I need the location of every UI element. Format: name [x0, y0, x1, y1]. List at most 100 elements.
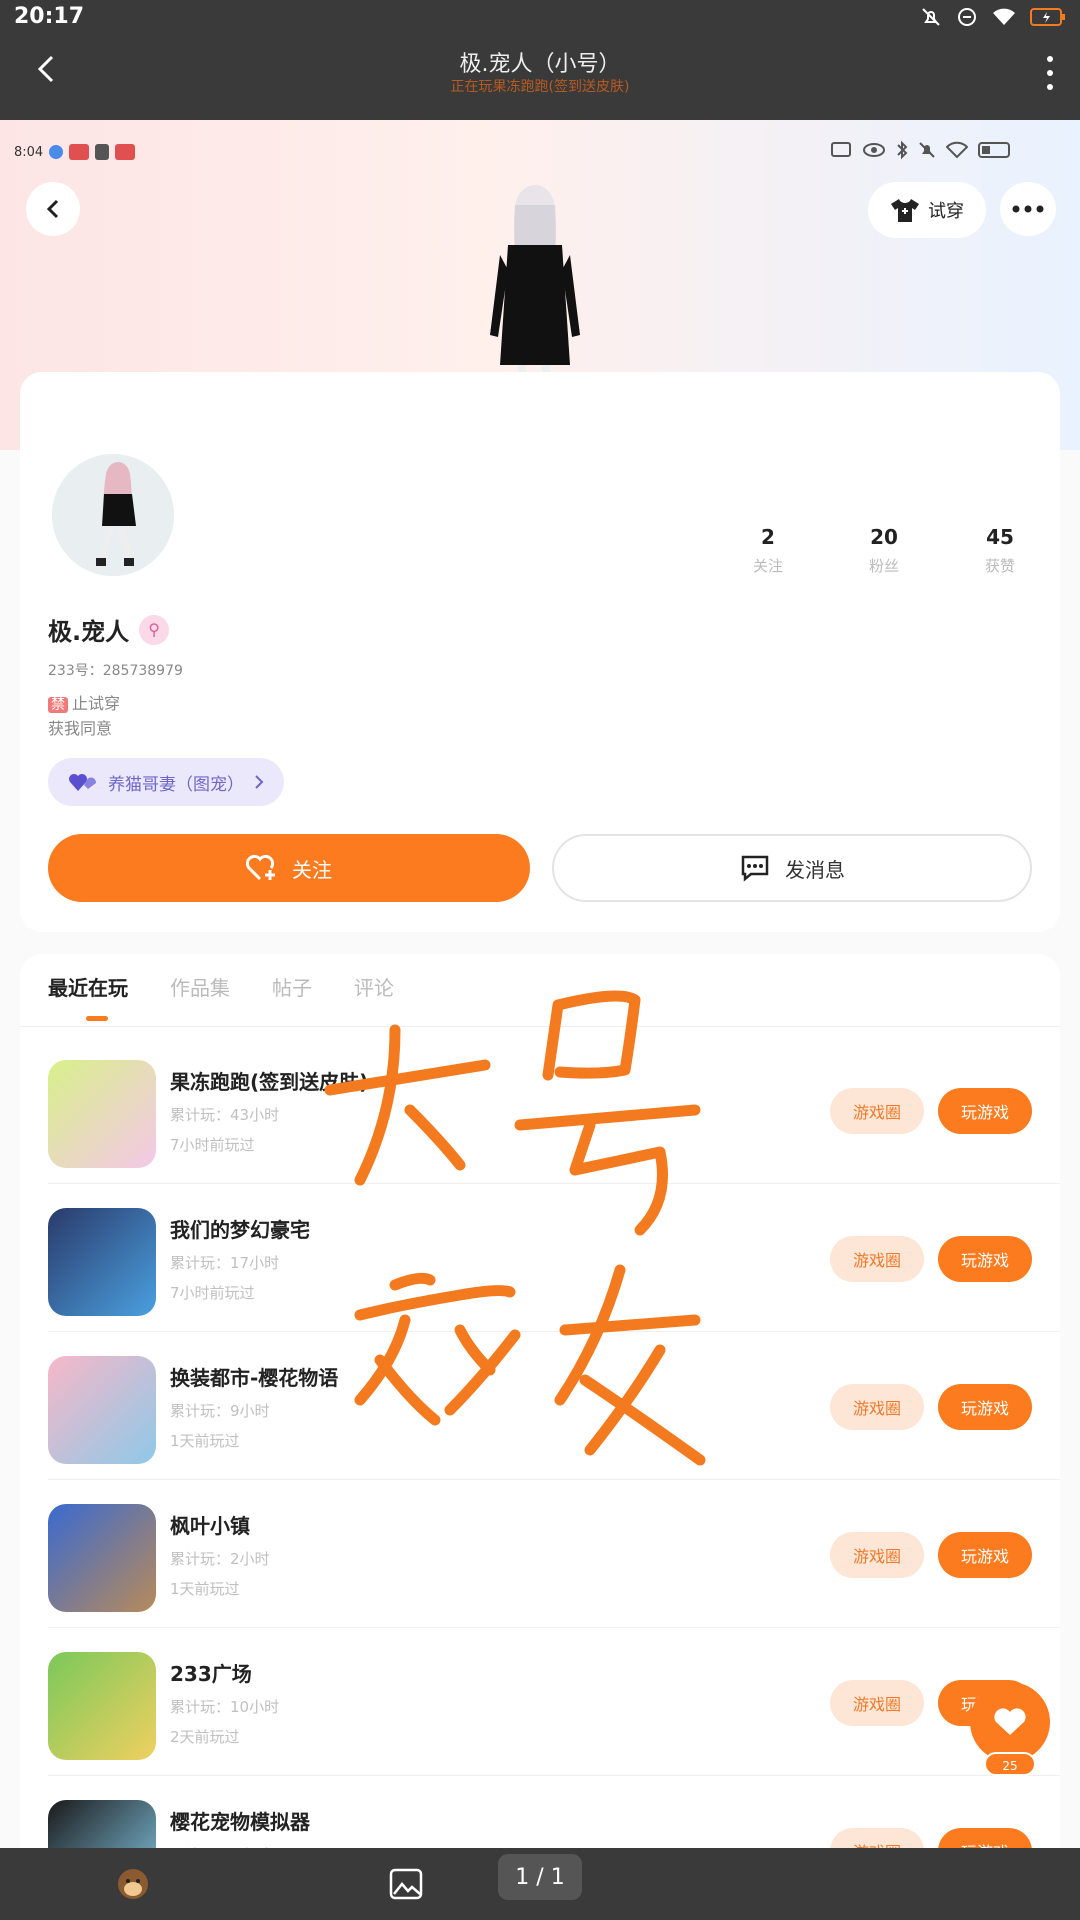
chevron-right-icon: [255, 775, 264, 789]
mute-icon: [919, 142, 935, 158]
stat-following[interactable]: 2 关注: [710, 525, 826, 576]
game-row[interactable]: 樱花宠物模拟器累计玩：2小时2天前玩过 游戏圈玩游戏: [20, 1776, 1060, 1848]
game-circle-button[interactable]: 游戏圈: [830, 1680, 924, 1726]
game-last-played: 7小时前玩过: [170, 1136, 255, 1154]
game-circle-button[interactable]: 游戏圈: [830, 1088, 924, 1134]
game-row[interactable]: 枫叶小镇累计玩：2小时 1天前玩过 游戏圈 玩游戏: [20, 1480, 1060, 1628]
app-notification-icon: [69, 144, 90, 160]
game-icon[interactable]: [48, 1208, 156, 1316]
game-meta: 累计玩：9小时 1天前玩过: [170, 1396, 270, 1456]
battery-icon: [978, 142, 1010, 158]
follow-button[interactable]: 关注: [48, 834, 530, 902]
game-icon[interactable]: [48, 1652, 156, 1760]
eye-icon: [863, 143, 885, 157]
game-playtime: 累计玩：43小时: [170, 1106, 280, 1124]
avatar-figure: [52, 454, 174, 576]
game-meta: 累计玩：10小时 2天前玩过: [170, 1692, 279, 1752]
game-icon[interactable]: [48, 1060, 156, 1168]
mute-icon: [922, 8, 940, 26]
game-icon[interactable]: [48, 1800, 156, 1848]
screenshot-image: 8:04 试穿 2 关注 20 粉丝 45 获赞 极.宠人 ⚲ 233号：285…: [0, 120, 1080, 1848]
game-last-played: 2天前玩过: [170, 1728, 240, 1746]
try-outfit-label: 试穿: [928, 201, 964, 222]
play-game-button[interactable]: 玩游戏: [938, 1088, 1032, 1134]
handwritten-annotation-graphic: [324, 990, 706, 1466]
stat-label: 获赞: [984, 557, 1015, 575]
user-bio: 禁止试穿 获我同意: [48, 692, 120, 741]
stat-label: 关注: [752, 557, 783, 575]
more-horizontal-icon: [1012, 205, 1044, 213]
stat-value: 2: [761, 525, 775, 549]
game-name: 我们的梦幻豪宅: [170, 1218, 310, 1242]
play-game-button[interactable]: 玩游戏: [938, 1384, 1032, 1430]
game-meta: 累计玩：17小时 7小时前玩过: [170, 1248, 279, 1308]
game-name: 樱花宠物模拟器: [170, 1810, 310, 1834]
game-last-played: 1天前玩过: [170, 1432, 240, 1450]
game-circle-button[interactable]: 游戏圈: [830, 1532, 924, 1578]
username: 极.宠人 ⚲: [48, 612, 170, 647]
game-icon[interactable]: [48, 1504, 156, 1612]
game-meta: 累计玩：2小时2天前玩过: [170, 1840, 270, 1848]
game-name: 233广场: [170, 1662, 252, 1686]
stat-fans[interactable]: 20 粉丝: [826, 525, 942, 576]
dnd-icon: [958, 8, 976, 26]
like-fab-button[interactable]: [970, 1682, 1050, 1762]
game-circle-button[interactable]: 游戏圈: [830, 1828, 924, 1848]
heart-icon: [994, 1708, 1026, 1735]
image-icon[interactable]: [388, 1866, 426, 1902]
tshirt-icon: [891, 199, 919, 222]
bluetooth-icon: [897, 140, 908, 160]
like-count-badge: 25: [984, 1752, 1036, 1776]
stat-value: 20: [870, 525, 898, 549]
message-label: 发消息: [785, 857, 845, 882]
fan-group-button[interactable]: 养猫哥妻（图宠）: [48, 758, 284, 806]
game-meta: 累计玩：43小时 7小时前玩过: [170, 1100, 279, 1160]
globe-icon: [49, 145, 64, 159]
chevron-left-icon: [46, 199, 59, 219]
cast-icon: [831, 142, 851, 157]
play-game-button[interactable]: 玩游戏: [938, 1532, 1032, 1578]
monkey-sticker-icon[interactable]: [114, 1866, 152, 1902]
status-icons: [920, 6, 1066, 28]
heart-pair-icon: [69, 774, 97, 791]
stat-likes[interactable]: 45 获赞: [942, 525, 1058, 576]
game-circle-button[interactable]: 游戏圈: [830, 1236, 924, 1282]
app-notification-icon: [115, 144, 136, 160]
bio-line: 止试穿: [72, 694, 121, 713]
chat-title: 极.宠人（小号）: [459, 52, 621, 77]
profile-stats: 2 关注 20 粉丝 45 获赞: [710, 525, 1058, 576]
game-row[interactable]: 233广场累计玩：10小时2天前玩过游戏圈玩游戏: [20, 1628, 1060, 1776]
game-playtime: 累计玩：9小时: [170, 1402, 270, 1420]
profile-more-button[interactable]: [1000, 182, 1056, 236]
search-icon[interactable]: ⚲: [139, 614, 170, 645]
game-playtime: 累计玩：17小时: [170, 1254, 280, 1272]
message-button[interactable]: 发消息: [552, 834, 1032, 902]
username-text: 极.宠人: [48, 618, 130, 646]
phone-time: 8:04: [14, 144, 44, 160]
stat-label: 粉丝: [868, 557, 899, 575]
game-circle-button[interactable]: 游戏圈: [830, 1384, 924, 1430]
play-game-button[interactable]: 玩游戏: [938, 1236, 1032, 1282]
game-playtime: 累计玩：2小时: [170, 1550, 270, 1568]
playing-status: 正在玩果冻跑跑(签到送皮肤): [450, 79, 630, 95]
bio-line: 获我同意: [48, 719, 113, 738]
game-last-played: 1天前玩过: [170, 1580, 240, 1598]
more-menu-button[interactable]: [1046, 56, 1054, 90]
play-game-button[interactable]: 玩游戏: [938, 1828, 1032, 1848]
profile-back-button[interactable]: [26, 182, 80, 236]
phone-status-bar: 8:04: [14, 144, 136, 160]
device-status-bar: 20:17: [0, 0, 1080, 36]
chat-bubble-icon: [741, 855, 769, 882]
wifi-icon: [993, 8, 1015, 25]
avatar[interactable]: [48, 450, 178, 580]
tab-recently-played[interactable]: 最近在玩: [48, 972, 128, 1021]
game-name: 枫叶小镇: [170, 1514, 250, 1538]
bio-badge: 禁: [48, 697, 68, 713]
tab-works[interactable]: 作品集: [170, 972, 230, 1001]
fan-group-label: 养猫哥妻（图宠）: [108, 774, 244, 795]
follow-label: 关注: [292, 857, 332, 882]
try-outfit-button[interactable]: 试穿: [868, 182, 986, 238]
battery-charging-icon: [1030, 8, 1065, 26]
game-icon[interactable]: [48, 1356, 156, 1464]
game-meta: 累计玩：2小时 1天前玩过: [170, 1544, 270, 1604]
